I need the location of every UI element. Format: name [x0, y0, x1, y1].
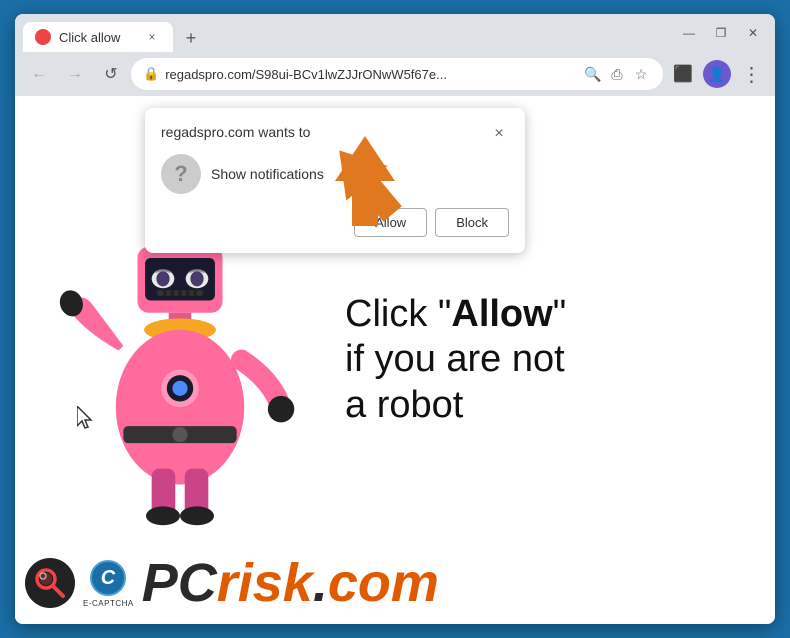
pcrisk-pc: PC — [142, 553, 217, 613]
new-tab-button[interactable]: + — [177, 24, 205, 52]
cursor-icon — [77, 406, 97, 430]
profile-icon[interactable]: 👤 — [701, 58, 733, 90]
reload-button[interactable]: ↺ — [95, 58, 127, 90]
tab-title: Click allow — [59, 30, 135, 45]
extensions-icon[interactable]: ⬛ — [667, 58, 699, 90]
menu-icon[interactable]: ⋮ — [735, 58, 767, 90]
main-text-allow: Allow — [451, 293, 552, 335]
search-icon[interactable]: 🔍 — [583, 64, 603, 84]
arrow-icon — [320, 136, 410, 246]
browser-window: Click allow × + — ❐ ✕ ← → ↺ 🔒 regadspro.… — [15, 14, 775, 624]
arrow-container — [320, 136, 410, 251]
cursor — [77, 406, 97, 436]
url-text: regadspro.com/S98ui-BCv1lwZJJrONwW5f67e.… — [165, 67, 577, 82]
captcha-text: E-CAPTCHA — [83, 599, 134, 608]
popup-title: regadspro.com wants to — [161, 124, 310, 140]
pcrisk-risk: risk — [217, 553, 313, 613]
question-icon: ? — [161, 154, 201, 194]
block-button[interactable]: Block — [435, 208, 509, 237]
captcha-badge: C E-CAPTCHA — [83, 559, 134, 608]
maximize-button[interactable]: ❐ — [707, 19, 735, 47]
popup-message: Show notifications — [211, 166, 324, 182]
pcrisk-search-icon — [25, 558, 75, 608]
toolbar: ← → ↺ 🔒 regadspro.com/S98ui-BCv1lwZJJrON… — [15, 52, 775, 96]
window-controls: — ❐ ✕ — [675, 19, 767, 47]
profile-avatar: 👤 — [703, 60, 731, 88]
main-text-line3: a robot — [345, 384, 463, 426]
share-icon[interactable]: ⎙ — [607, 64, 627, 84]
page-content: Click "Allow" if you are not a robot reg… — [15, 96, 775, 624]
pcrisk-dot: . — [313, 553, 328, 613]
main-text-line1: Click "Allow" — [345, 293, 566, 335]
pcrisk-logo: PCrisk.com — [142, 552, 439, 614]
tab-area: Click allow × + — [23, 14, 663, 52]
forward-button[interactable]: → — [59, 58, 91, 90]
title-bar: Click allow × + — ❐ ✕ — [15, 14, 775, 52]
address-bar[interactable]: 🔒 regadspro.com/S98ui-BCv1lwZJJrONwW5f67… — [131, 58, 663, 90]
popup-close-button[interactable]: × — [489, 124, 509, 144]
main-text: Click "Allow" if you are not a robot — [345, 292, 755, 429]
text-area: Click "Allow" if you are not a robot — [325, 272, 775, 449]
magnifier-icon — [32, 565, 68, 601]
main-text-line2: if you are not — [345, 338, 565, 380]
tab-close-button[interactable]: × — [143, 28, 161, 46]
lock-icon: 🔒 — [143, 66, 159, 82]
bottom-logos: C E-CAPTCHA PCrisk.com — [25, 552, 439, 614]
bookmark-icon[interactable]: ☆ — [631, 64, 651, 84]
svg-text:C: C — [101, 567, 116, 589]
browser-tab[interactable]: Click allow × — [23, 22, 173, 52]
tab-favicon — [35, 29, 51, 45]
pcrisk-com: com — [328, 553, 439, 613]
toolbar-icons: ⬛ 👤 ⋮ — [667, 58, 767, 90]
back-button[interactable]: ← — [23, 58, 55, 90]
close-button[interactable]: ✕ — [739, 19, 767, 47]
minimize-button[interactable]: — — [675, 19, 703, 47]
captcha-logo: C — [89, 559, 127, 597]
address-bar-icons: 🔍 ⎙ ☆ — [583, 64, 651, 84]
